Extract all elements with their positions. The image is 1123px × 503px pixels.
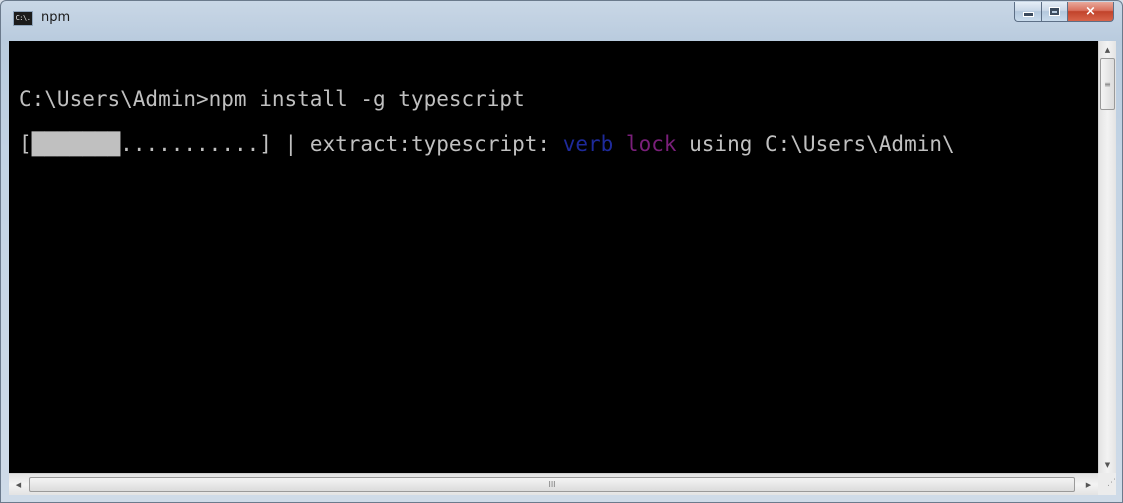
scroll-down-arrow-icon[interactable]: ▼ xyxy=(1099,456,1116,473)
grip-icon: III xyxy=(548,480,556,489)
minimize-icon xyxy=(1022,12,1034,17)
vertical-scrollbar[interactable]: ▲ ≡ ▼ xyxy=(1098,41,1116,473)
log-tag-lock: lock xyxy=(625,132,677,156)
grip-icon: ≡ xyxy=(1104,79,1111,89)
maximize-icon xyxy=(1049,7,1060,16)
title-bar[interactable]: C:\. npm × xyxy=(1,1,1122,41)
log-level-verb: verb xyxy=(562,132,614,156)
scroll-up-arrow-icon[interactable]: ▲ xyxy=(1099,41,1116,58)
close-button[interactable]: × xyxy=(1068,2,1114,22)
vertical-scroll-thumb[interactable]: ≡ xyxy=(1100,58,1115,110)
scroll-left-arrow-icon[interactable]: ◀ xyxy=(10,476,27,493)
scroll-right-arrow-icon[interactable]: ▶ xyxy=(1080,476,1097,493)
minimize-button[interactable] xyxy=(1014,2,1041,22)
progress-bar-empty: ........... xyxy=(120,132,260,156)
horizontal-scroll-thumb[interactable]: III xyxy=(29,477,1075,492)
console-client-area: C:\Users\Admin>npm install -g typescript… xyxy=(9,41,1116,495)
progress-open-bracket: [ xyxy=(19,132,32,156)
window-title: npm xyxy=(41,10,71,25)
progress-status-text: ] | extract:typescript: xyxy=(259,132,563,156)
progress-bar-fill: ███████ xyxy=(31,132,121,156)
console-window: C:\. npm × C:\Users\Admin>npm install -g… xyxy=(0,0,1123,503)
maximize-button[interactable] xyxy=(1041,2,1068,22)
console-line-progress: [███████...........] | extract:typescrip… xyxy=(19,132,1098,156)
caption-buttons: × xyxy=(1014,2,1114,22)
horizontal-scrollbar[interactable]: ◀ III ▶ xyxy=(9,473,1098,495)
console-line-command: C:\Users\Admin>npm install -g typescript xyxy=(19,87,525,111)
separator-space xyxy=(613,132,626,156)
log-message: using C:\Users\Admin\ xyxy=(676,132,955,156)
console-output[interactable]: C:\Users\Admin>npm install -g typescript… xyxy=(9,41,1098,473)
close-icon: × xyxy=(1085,4,1096,19)
resize-grip-icon[interactable]: ⋰ xyxy=(1098,473,1116,495)
cmd-icon[interactable]: C:\. xyxy=(13,11,33,26)
